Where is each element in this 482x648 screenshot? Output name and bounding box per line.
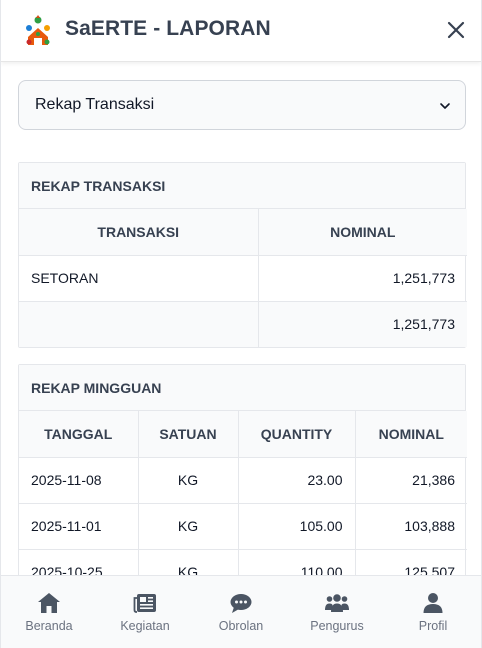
report-type-select[interactable]: Rekap Transaksi [18, 80, 466, 130]
nominal-cell: 1,251,773 [257, 255, 467, 302]
column-header-tanggal: TANGGAL [19, 411, 138, 458]
rekap-transaksi-title: REKAP TRANSAKSI [19, 163, 465, 209]
nominal-cell: 21,386 [354, 457, 467, 504]
column-header-quantity: QUANTITY [237, 411, 355, 458]
table-row: 2025-10-25 KG 110.00 125,507 [19, 549, 467, 575]
table-header-row: TRANSAKSI NOMINAL [19, 209, 467, 256]
user-icon [423, 593, 443, 613]
tanggal-cell: 2025-10-25 [19, 549, 138, 575]
column-header-nominal: NOMINAL [257, 209, 467, 256]
transaksi-cell: SETORAN [19, 255, 258, 302]
nav-label: Obrolan [218, 619, 264, 633]
tanggal-cell: 2025-11-01 [19, 503, 138, 550]
tanggal-cell: 2025-11-08 [19, 457, 138, 504]
report-content[interactable]: Rekap Transaksi REKAP TRANSAKSI TRANSAKS… [1, 63, 481, 575]
rekap-transaksi-card: REKAP TRANSAKSI TRANSAKSI NOMINAL SETORA… [18, 162, 467, 348]
home-icon [38, 593, 60, 613]
quantity-cell: 105.00 [237, 503, 355, 550]
bottom-navigation: Beranda Kegiatan Obrolan Pengurus Profil [1, 575, 481, 648]
rekap-transaksi-table: TRANSAKSI NOMINAL SETORAN 1,251,773 1,25… [19, 209, 467, 347]
newspaper-icon [133, 594, 156, 613]
table-row: 2025-11-08 KG 23.00 21,386 [19, 457, 467, 504]
nav-item-beranda[interactable]: Beranda [1, 576, 97, 648]
app-window: SaERTE - LAPORAN Rekap Transaksi REKAP T… [0, 0, 482, 648]
report-type-value: Rekap Transaksi [35, 96, 155, 113]
table-row: SETORAN 1,251,773 [19, 255, 467, 302]
nominal-cell: 125,507 [354, 549, 467, 575]
rekap-mingguan-card: REKAP MINGGUAN TANGGAL SATUAN QUANTITY N… [18, 364, 467, 575]
quantity-cell: 110.00 [237, 549, 355, 575]
total-label-cell [19, 301, 258, 347]
nav-item-obrolan[interactable]: Obrolan [193, 576, 289, 648]
quantity-cell: 23.00 [237, 457, 355, 504]
nav-label: Profil [418, 619, 448, 633]
total-nominal-cell: 1,251,773 [257, 301, 467, 347]
close-icon[interactable] [445, 18, 467, 42]
total-row: 1,251,773 [19, 301, 467, 347]
nav-item-profil[interactable]: Profil [385, 576, 481, 648]
nav-label: Kegiatan [120, 619, 170, 633]
satuan-cell: KG [137, 503, 238, 550]
nav-label: Beranda [25, 619, 73, 633]
satuan-cell: KG [137, 457, 238, 504]
column-header-satuan: SATUAN [137, 411, 238, 458]
chat-icon [230, 594, 252, 613]
app-title: SaERTE - LAPORAN [65, 17, 271, 40]
app-header: SaERTE - LAPORAN [1, 0, 481, 62]
rekap-mingguan-table: TANGGAL SATUAN QUANTITY NOMINAL 2025-11-… [19, 411, 467, 575]
nav-item-kegiatan[interactable]: Kegiatan [97, 576, 193, 648]
chevron-down-icon [440, 103, 450, 109]
table-row: 2025-11-01 KG 105.00 103,888 [19, 503, 467, 550]
table-header-row: TANGGAL SATUAN QUANTITY NOMINAL [19, 411, 467, 458]
rekap-mingguan-title: REKAP MINGGUAN [19, 365, 465, 411]
nav-label: Pengurus [310, 619, 364, 633]
column-header-transaksi: TRANSAKSI [19, 209, 258, 256]
nav-item-pengurus[interactable]: Pengurus [289, 576, 385, 648]
satuan-cell: KG [137, 549, 238, 575]
saerte-logo [26, 15, 50, 45]
column-header-nominal: NOMINAL [354, 411, 467, 458]
nominal-cell: 103,888 [354, 503, 467, 550]
users-icon [325, 594, 349, 612]
